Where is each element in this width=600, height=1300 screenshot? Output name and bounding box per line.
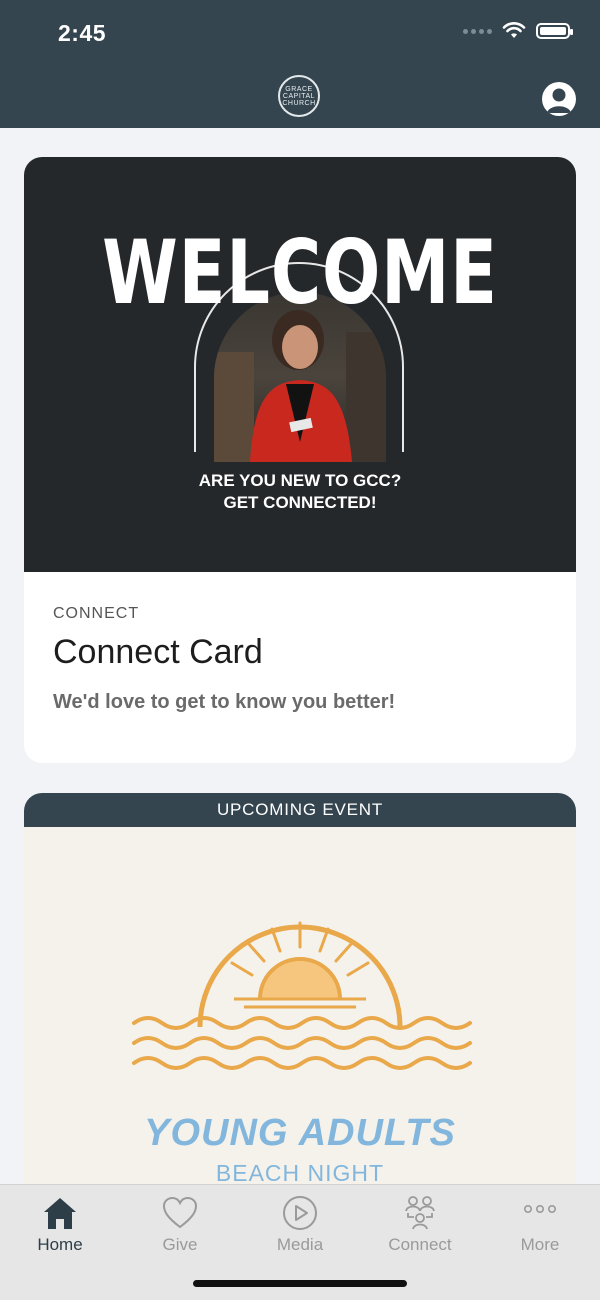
event-art-title: YOUNG ADULTS — [144, 1112, 456, 1154]
heart-icon — [162, 1196, 198, 1229]
welcome-banner: WELCOME ARE YOU NEW TO GCC? GET CONNECTE… — [24, 157, 576, 572]
welcome-line-1: ARE YOU NEW TO GCC? — [198, 471, 402, 490]
welcome-line-2: GET CONNECTED! — [223, 493, 377, 512]
wifi-icon — [502, 22, 526, 38]
event-artwork: YOUNG ADULTS BEACH NIGHT — [24, 827, 576, 1213]
battery-icon — [536, 23, 573, 39]
tab-connect[interactable]: Connect — [360, 1185, 480, 1265]
play-icon — [283, 1196, 317, 1230]
tab-label: Give — [162, 1235, 198, 1254]
connect-card-body: CONNECT Connect Card We'd love to get to… — [53, 605, 547, 714]
tab-give[interactable]: Give — [120, 1185, 240, 1265]
tab-media[interactable]: Media — [240, 1185, 360, 1265]
tab-home[interactable]: Home — [0, 1185, 120, 1265]
logo-line: CAPITAL — [282, 92, 316, 100]
people-icon — [405, 1196, 435, 1230]
home-indicator[interactable] — [193, 1280, 407, 1287]
status-time: 2:45 — [58, 20, 107, 46]
profile-icon — [547, 88, 571, 113]
home-icon — [44, 1198, 76, 1229]
church-logo[interactable]: GRACE CAPITAL CHURCH — [278, 75, 320, 117]
logo-line: CHURCH — [282, 99, 316, 107]
tab-label: Connect — [388, 1235, 452, 1254]
tab-label: Home — [37, 1235, 83, 1254]
signal-icon — [463, 28, 492, 34]
profile-button[interactable] — [542, 82, 576, 116]
app-header: 2:45 GRACE CAPITAL CHURCH — [0, 0, 600, 128]
event-art-subtitle: BEACH NIGHT — [215, 1160, 385, 1186]
tab-more[interactable]: More — [480, 1185, 600, 1265]
logo-line: GRACE — [285, 85, 313, 93]
upcoming-event-badge: UPCOMING EVENT — [24, 793, 576, 827]
tab-label: More — [520, 1235, 560, 1254]
card-title: Connect Card — [53, 633, 263, 671]
more-icon — [524, 1205, 556, 1214]
tab-label: Media — [276, 1235, 324, 1254]
status-icons — [463, 22, 573, 40]
upcoming-event-card[interactable]: UPCOMING EVENT YOUNG ADULTS BEACH NIGHT — [24, 793, 576, 1213]
connect-card[interactable]: WELCOME ARE YOU NEW TO GCC? GET CONNECTE… — [24, 157, 576, 763]
welcome-title: WELCOME — [102, 221, 498, 324]
card-kicker: CONNECT — [53, 605, 140, 622]
card-description: We'd love to get to know you better! — [53, 691, 396, 713]
